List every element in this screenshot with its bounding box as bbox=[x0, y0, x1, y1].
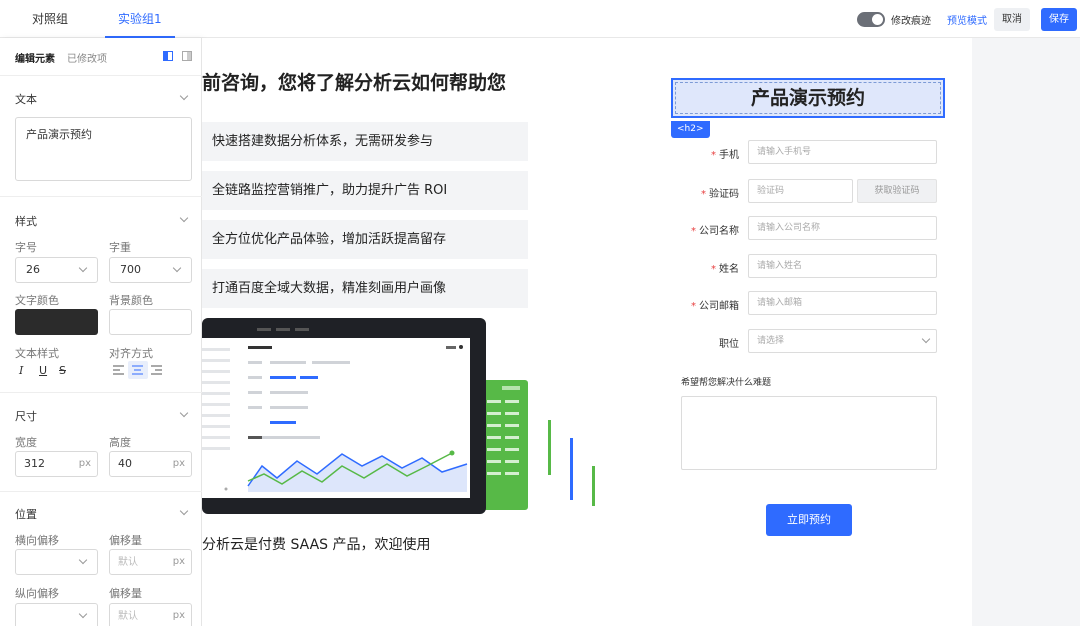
save-button[interactable]: 保存 bbox=[1041, 8, 1077, 31]
text-section-title: 文本 bbox=[15, 93, 37, 106]
h-offset-select[interactable] bbox=[15, 549, 98, 575]
align-right-icon[interactable] bbox=[151, 365, 163, 375]
bottom-tagline[interactable]: 分析云是付费 SAAS 产品，欢迎使用 bbox=[202, 534, 430, 554]
feature-item[interactable]: 全链路监控营销推广，助力提升广告 ROI bbox=[202, 171, 528, 210]
font-weight-label: 字重 bbox=[109, 241, 131, 254]
problem-label: 希望帮您解决什么难题 bbox=[681, 378, 772, 388]
feature-item[interactable]: 打通百度全域大数据，精准刻画用户画像 bbox=[202, 269, 528, 308]
canvas-margin bbox=[972, 38, 1080, 626]
text-color-swatch[interactable] bbox=[15, 309, 98, 335]
align-center-icon[interactable] bbox=[132, 365, 144, 375]
code-input[interactable]: 验证码 bbox=[748, 179, 853, 203]
name-input[interactable]: 请输入姓名 bbox=[748, 254, 937, 278]
dashboard-illustration bbox=[202, 318, 595, 514]
width-label: 宽度 bbox=[15, 436, 37, 449]
signup-form: 产品演示预约 <h2> * 手机 请输入手机号 * 验证码 验证码 获取验证码 * 公… bbox=[644, 38, 972, 626]
element-tag-badge: <h2> bbox=[671, 121, 710, 138]
chevron-down-icon[interactable] bbox=[179, 506, 189, 516]
font-weight-select[interactable]: 700 bbox=[109, 257, 192, 283]
v-offset-input[interactable]: 默认 px bbox=[109, 603, 192, 626]
name-label: * 姓名 bbox=[711, 264, 739, 275]
form-title-selected[interactable]: 产品演示预约 bbox=[671, 78, 945, 118]
align-left-icon[interactable] bbox=[113, 365, 125, 375]
code-label: * 验证码 bbox=[701, 189, 739, 200]
position-section-title: 位置 bbox=[15, 508, 37, 521]
strikethrough-icon[interactable]: S bbox=[59, 364, 66, 377]
tab-experiment-group-1[interactable]: 实验组1 bbox=[105, 0, 175, 38]
style-section-title: 样式 bbox=[15, 215, 37, 228]
font-size-select[interactable]: 26 bbox=[15, 257, 98, 283]
preview-mode-link[interactable]: 预览模式 bbox=[947, 12, 987, 27]
offset-label: 偏移量 bbox=[109, 534, 142, 547]
offset-label: 偏移量 bbox=[109, 587, 142, 600]
h-offset-input[interactable]: 默认 px bbox=[109, 549, 192, 575]
company-label: * 公司名称 bbox=[691, 226, 739, 237]
top-bar: 对照组 实验组1 修改痕迹 预览模式 取消 保存 bbox=[0, 0, 1080, 38]
chevron-down-icon[interactable] bbox=[179, 91, 189, 101]
feature-item[interactable]: 快速搭建数据分析体系，无需研发参与 bbox=[202, 122, 528, 161]
underline-icon[interactable]: U bbox=[39, 364, 47, 377]
page-headline[interactable]: 前咨询，您将了解分析云如何帮助您 bbox=[202, 68, 506, 95]
get-code-button[interactable]: 获取验证码 bbox=[857, 179, 937, 203]
text-content-input[interactable]: 产品演示预约 bbox=[15, 117, 192, 181]
font-size-label: 字号 bbox=[15, 241, 37, 254]
tab-modified-items[interactable]: 已修改项 bbox=[67, 50, 107, 65]
track-changes-label: 修改痕迹 bbox=[891, 16, 931, 27]
tab-control-group[interactable]: 对照组 bbox=[32, 0, 68, 38]
page-canvas: 前咨询，您将了解分析云如何帮助您 快速搭建数据分析体系，无需研发参与 全链路监控… bbox=[202, 38, 644, 626]
email-label: * 公司邮箱 bbox=[691, 301, 739, 312]
feature-item[interactable]: 全方位优化产品体验，增加活跃提高留存 bbox=[202, 220, 528, 259]
cancel-button[interactable]: 取消 bbox=[994, 8, 1030, 31]
height-label: 高度 bbox=[109, 436, 131, 449]
position-select[interactable]: 请选择 bbox=[748, 329, 937, 353]
panel-layout-icon[interactable] bbox=[163, 51, 193, 62]
align-label: 对齐方式 bbox=[109, 347, 153, 360]
italic-icon[interactable]: I bbox=[19, 364, 23, 377]
phone-label: * 手机 bbox=[711, 150, 739, 161]
problem-textarea[interactable] bbox=[681, 396, 937, 470]
width-input[interactable]: 312 px bbox=[15, 451, 98, 477]
email-input[interactable]: 请输入邮箱 bbox=[748, 291, 937, 315]
company-input[interactable]: 请输入公司名称 bbox=[748, 216, 937, 240]
text-color-label: 文字颜色 bbox=[15, 294, 59, 307]
property-panel: 编辑元素 已修改项 文本 产品演示预约 样式 字号 字重 26 700 文字颜色… bbox=[0, 38, 202, 626]
v-offset-label: 纵向偏移 bbox=[15, 587, 59, 600]
bg-color-label: 背景颜色 bbox=[109, 294, 153, 307]
tab-edit-element[interactable]: 编辑元素 bbox=[15, 50, 55, 65]
phone-input[interactable]: 请输入手机号 bbox=[748, 140, 937, 164]
chevron-down-icon[interactable] bbox=[179, 408, 189, 418]
text-style-label: 文本样式 bbox=[15, 347, 59, 360]
size-section-title: 尺寸 bbox=[15, 410, 37, 423]
submit-button[interactable]: 立即预约 bbox=[766, 504, 852, 536]
position-label: 职位 bbox=[719, 339, 739, 350]
v-offset-select[interactable] bbox=[15, 603, 98, 626]
h-offset-label: 横向偏移 bbox=[15, 534, 59, 547]
height-input[interactable]: 40 px bbox=[109, 451, 192, 477]
track-changes-toggle[interactable] bbox=[857, 12, 885, 27]
bg-color-swatch[interactable] bbox=[109, 309, 192, 335]
chevron-down-icon[interactable] bbox=[179, 213, 189, 223]
